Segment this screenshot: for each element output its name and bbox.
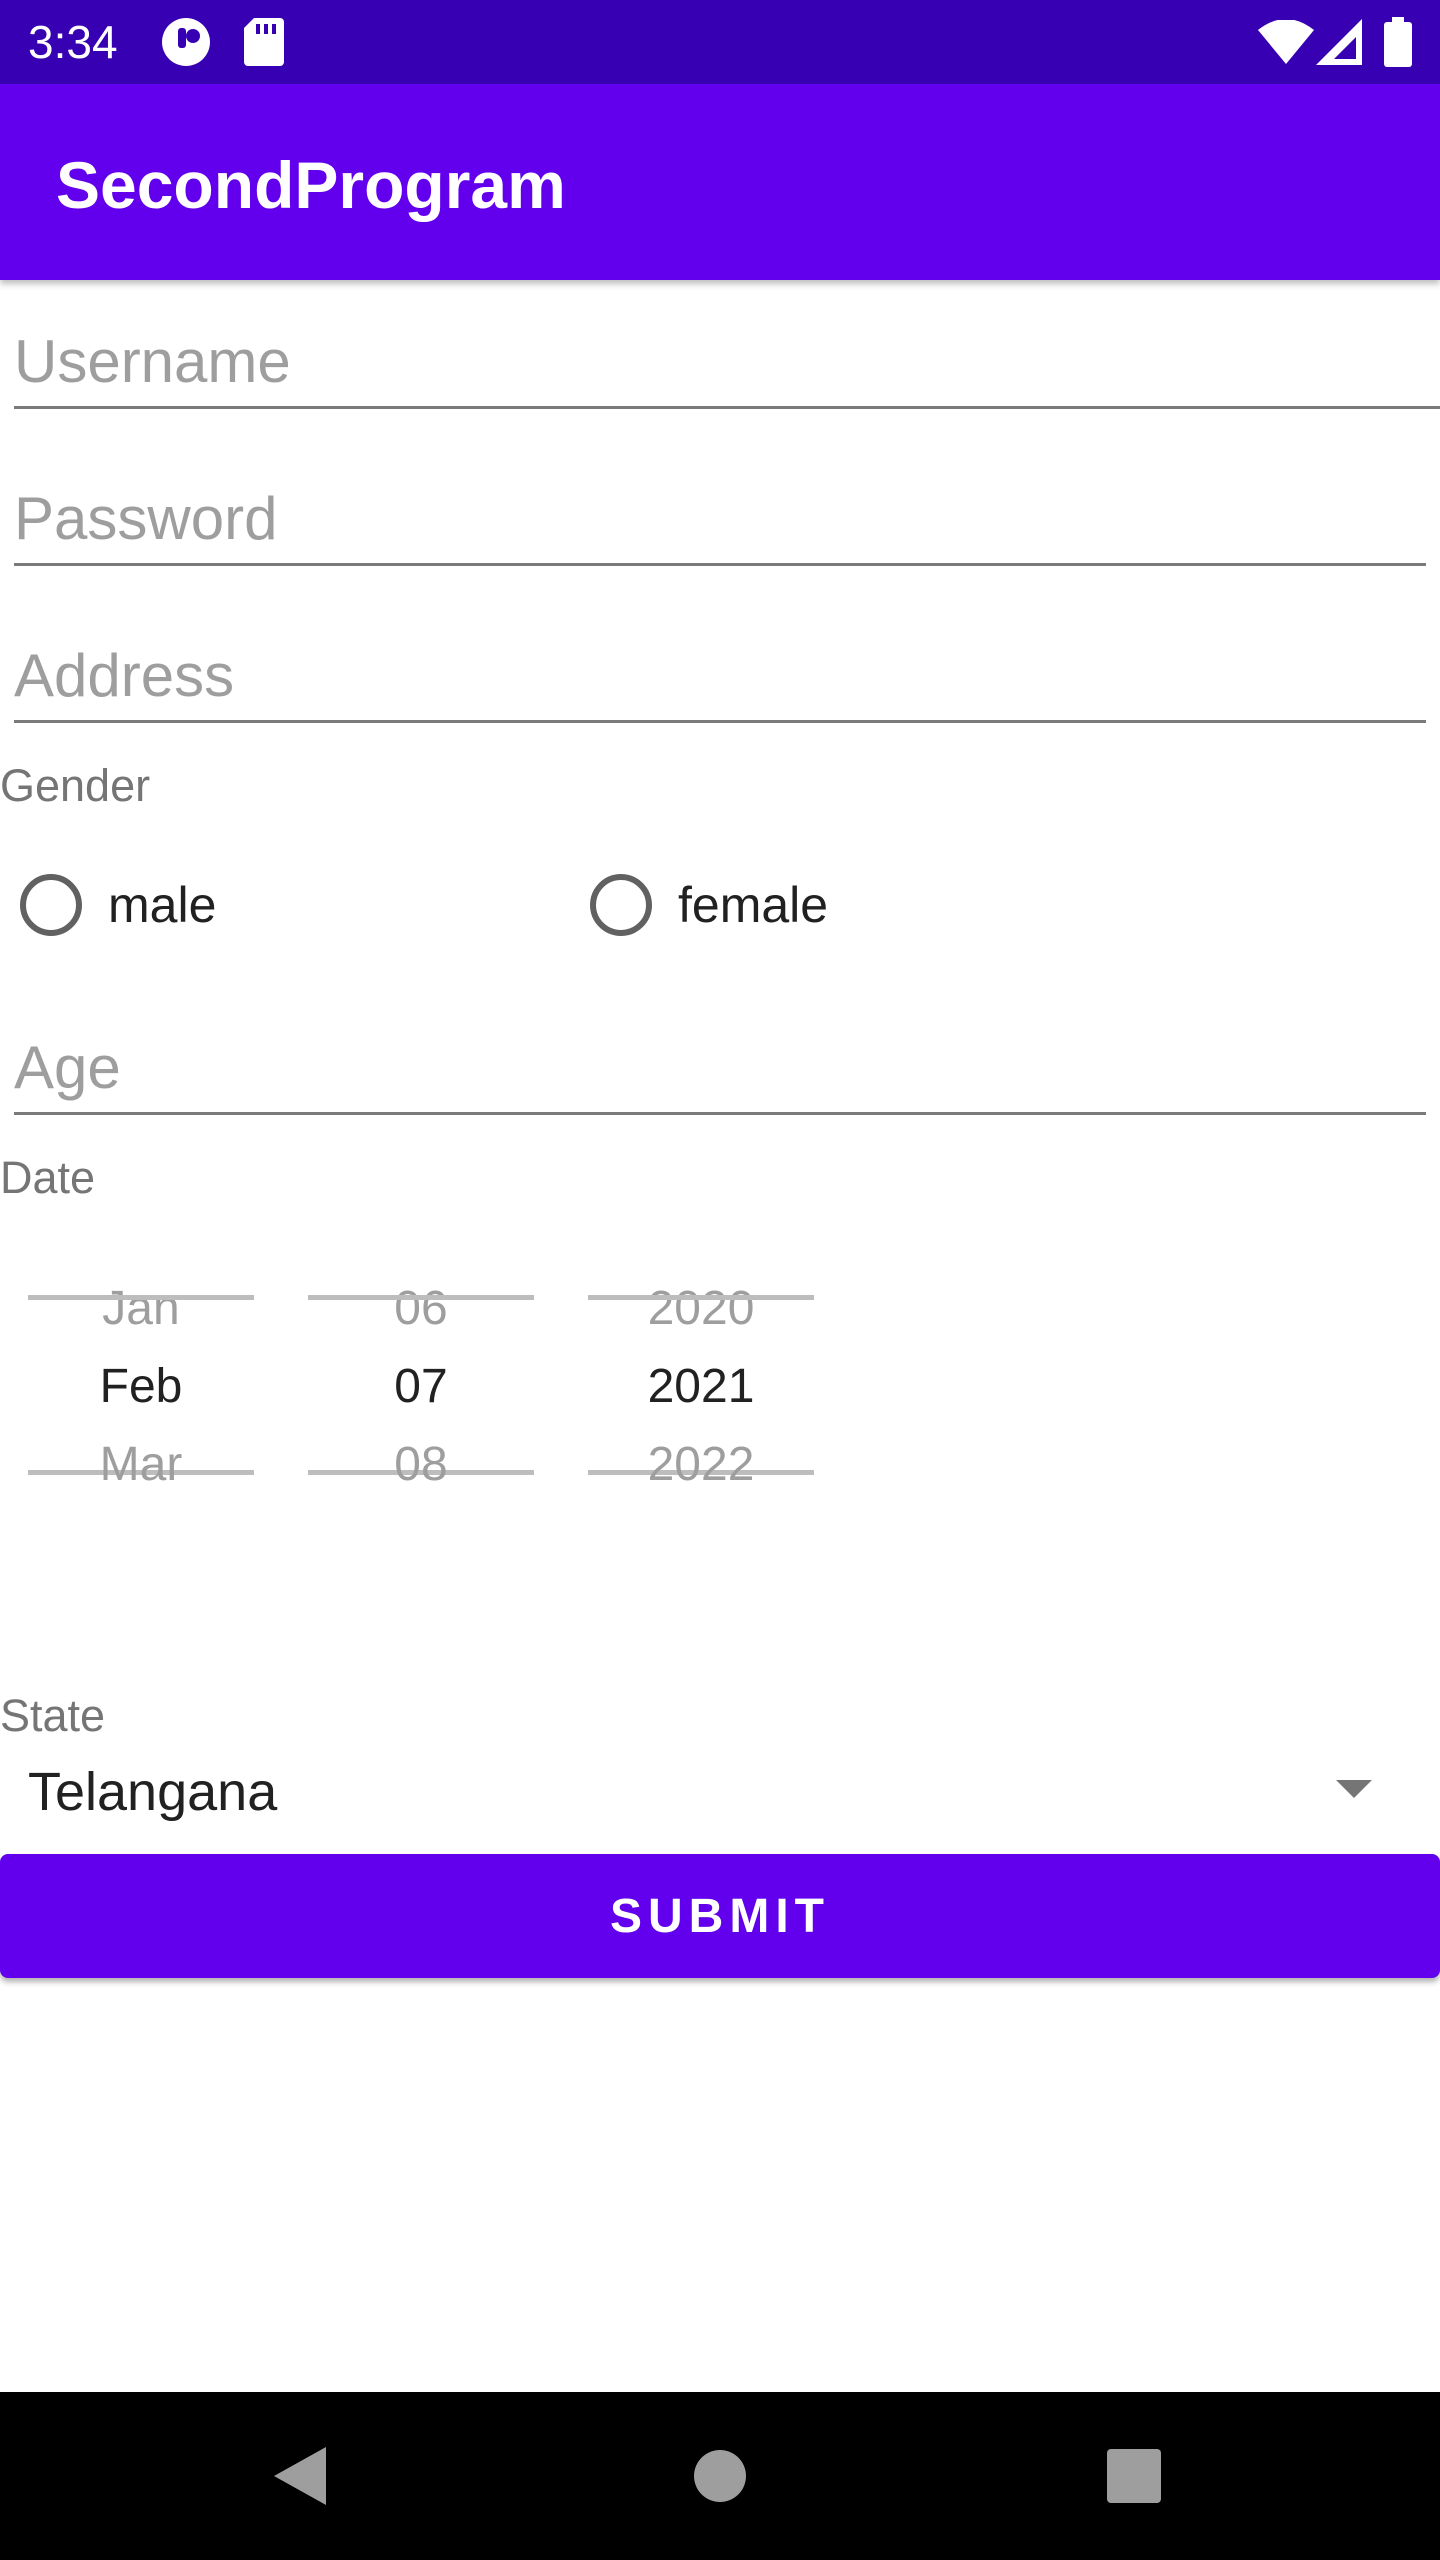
submit-button[interactable]: SUBMIT xyxy=(0,1854,1440,1978)
signal-icon xyxy=(1316,0,1362,84)
year-next[interactable]: 2022 xyxy=(588,1426,814,1504)
home-icon[interactable] xyxy=(660,2392,780,2560)
radio-male-label[interactable]: male xyxy=(108,876,216,934)
wifi-icon xyxy=(1258,0,1314,84)
radio-female[interactable]: female xyxy=(590,860,828,950)
recents-icon[interactable] xyxy=(1074,2392,1194,2560)
app-title: SecondProgram xyxy=(56,148,566,222)
address-underline xyxy=(14,720,1426,723)
status-time: 3:34 xyxy=(28,16,118,68)
year-divider-top xyxy=(588,1295,814,1300)
year-spinner[interactable]: 2020 2021 2022 xyxy=(588,1270,814,1500)
password-underline xyxy=(14,563,1426,566)
month-selected[interactable]: Feb xyxy=(28,1348,254,1426)
radio-female-circle[interactable] xyxy=(590,874,652,936)
battery-icon xyxy=(1384,0,1412,84)
day-spinner[interactable]: 06 07 08 xyxy=(308,1270,534,1500)
state-dropdown[interactable]: Telangana xyxy=(28,1752,277,1832)
username-underline xyxy=(14,406,1440,409)
month-prev[interactable]: Jan xyxy=(28,1270,254,1348)
age-underline xyxy=(14,1112,1426,1115)
address-input[interactable] xyxy=(14,620,1426,730)
day-prev[interactable]: 06 xyxy=(308,1270,534,1348)
month-spinner[interactable]: Jan Feb Mar xyxy=(28,1270,254,1500)
radio-male[interactable]: male xyxy=(20,860,216,950)
media-icon xyxy=(160,0,212,84)
day-selected[interactable]: 07 xyxy=(308,1348,534,1426)
password-input[interactable] xyxy=(14,463,1426,573)
month-next[interactable]: Mar xyxy=(28,1426,254,1504)
year-prev[interactable]: 2020 xyxy=(588,1270,814,1348)
radio-male-circle[interactable] xyxy=(20,874,82,936)
month-divider-top xyxy=(28,1295,254,1300)
year-selected[interactable]: 2021 xyxy=(588,1348,814,1426)
date-label: Date xyxy=(0,1152,96,1203)
username-input[interactable] xyxy=(14,306,1426,416)
gender-label: Gender xyxy=(0,760,151,811)
navigation-bar xyxy=(0,2392,1440,2560)
day-next[interactable]: 08 xyxy=(308,1426,534,1504)
day-divider-top xyxy=(308,1295,534,1300)
dropdown-arrow-icon[interactable] xyxy=(1336,1780,1372,1798)
back-icon[interactable] xyxy=(240,2392,360,2560)
status-bar xyxy=(0,0,1440,84)
age-input[interactable] xyxy=(14,1012,1426,1122)
radio-female-label[interactable]: female xyxy=(678,876,828,934)
state-label: State xyxy=(0,1690,106,1741)
sd-card-icon xyxy=(244,0,284,84)
